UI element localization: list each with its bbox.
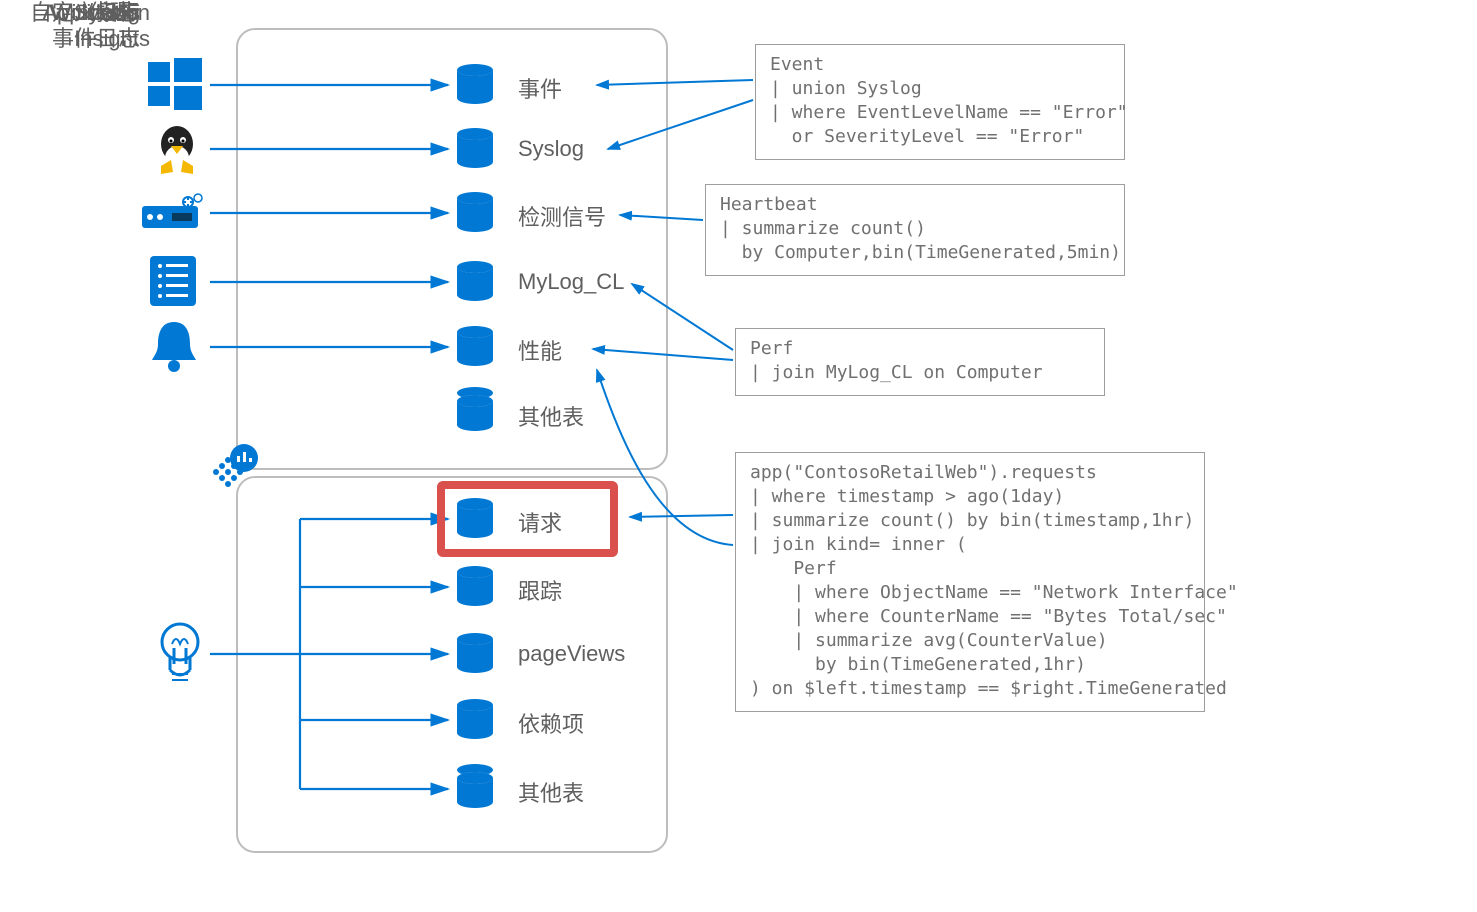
highlight-requests [437, 481, 618, 557]
table-label-event: 事件 [518, 72, 562, 104]
query-box-perf: Perf | join MyLog_CL on Computer [735, 328, 1105, 396]
list-icon [150, 256, 196, 306]
bulb-icon [162, 624, 198, 680]
table-label-perf: 性能 [518, 334, 562, 366]
query-box-requests: app("ContosoRetailWeb").requests | where… [735, 452, 1205, 712]
table-label-traces: 跟踪 [518, 574, 562, 606]
bell-icon [152, 322, 196, 372]
table-label-other1: 其他表 [518, 400, 584, 432]
table-label-heartbeat: 检测信号 [518, 200, 606, 232]
query-box-heartbeat: Heartbeat | summarize count() by Compute… [705, 184, 1125, 276]
linux-icon [161, 126, 193, 174]
table-label-pageviews: pageViews [518, 641, 625, 667]
table-label-other2: 其他表 [518, 776, 584, 808]
table-label-mylog: MyLog_CL [518, 269, 624, 295]
query-box-event: Event | union Syslog | where EventLevelN… [755, 44, 1125, 160]
table-label-deps: 依赖项 [518, 707, 584, 739]
analytics-badge-icon [213, 444, 258, 487]
server-icon [142, 194, 202, 228]
windows-icon [148, 58, 202, 110]
db-icon [457, 64, 493, 808]
source-label-ai: Application Insights [0, 0, 150, 52]
table-label-syslog: Syslog [518, 136, 584, 162]
